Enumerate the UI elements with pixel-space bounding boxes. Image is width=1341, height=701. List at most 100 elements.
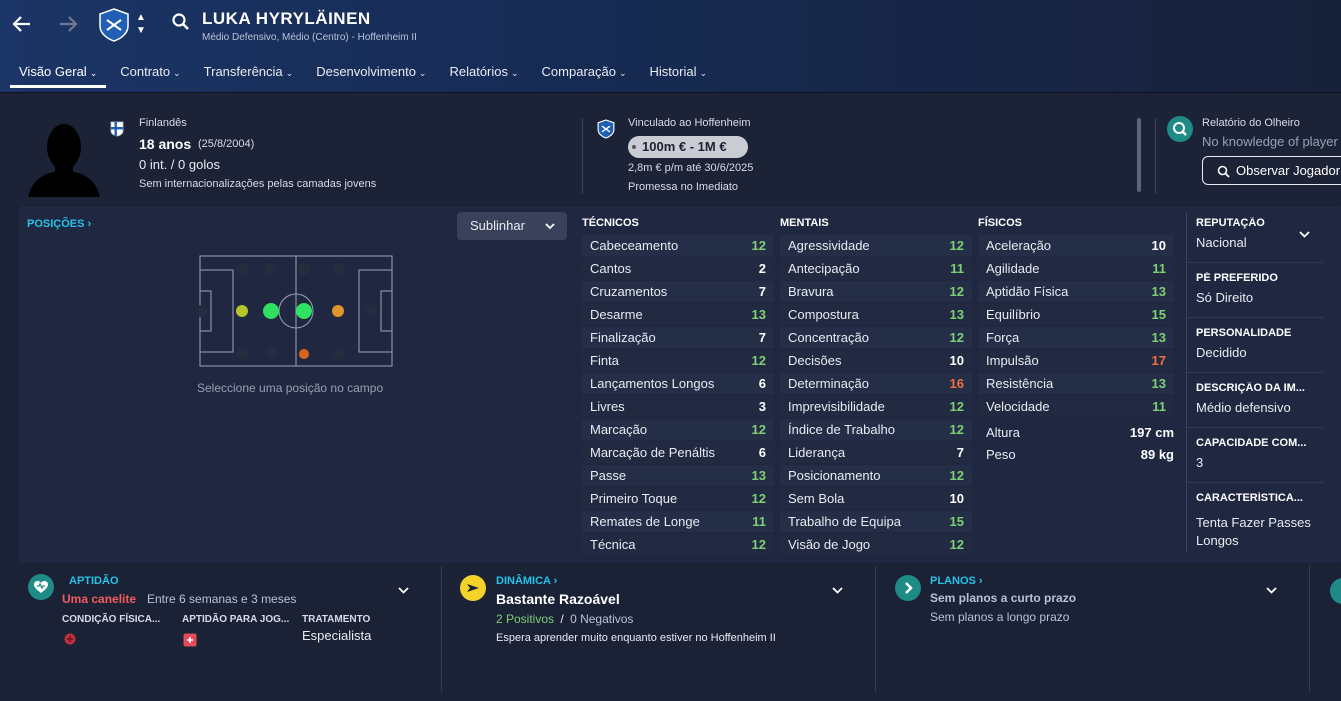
tab-relatorios[interactable]: Relatórios ⌄: [440, 62, 527, 88]
attribute-row[interactable]: Marcação de Penáltis 6: [582, 442, 774, 463]
attribute-value: 12: [949, 399, 964, 414]
chevron-down-icon[interactable]: [1266, 582, 1277, 597]
injury-name: Uma canelite: [62, 592, 137, 606]
long-term-plans: Sem planos a longo prazo: [930, 610, 1070, 624]
search-icon[interactable]: [171, 12, 191, 35]
divider: [441, 566, 442, 692]
tab-comparacao[interactable]: Comparação ⌄: [533, 62, 636, 88]
highlight-dropdown[interactable]: Sublinhar: [457, 212, 567, 240]
attribute-row[interactable]: Aptidão Física 13: [978, 281, 1174, 302]
dynamics-note: Espera aprender muito enquanto estiver n…: [496, 632, 776, 644]
attribute-row[interactable]: Posicionamento 12: [780, 465, 972, 486]
attribute-row[interactable]: Passe 13: [582, 465, 774, 486]
dynamics-link[interactable]: DINÂMICA ›: [496, 575, 557, 587]
scrollbar[interactable]: [1137, 118, 1141, 192]
attribute-name: Equilíbrio: [986, 307, 1041, 322]
positions-link[interactable]: POSIÇÕES ›: [27, 218, 91, 230]
chevron-down-icon: ⌄: [699, 68, 708, 78]
sort-arrows-icon[interactable]: ▲ ▼: [136, 11, 146, 37]
attribute-row[interactable]: Decisões 10: [780, 350, 972, 371]
attribute-row[interactable]: Concentração 12: [780, 327, 972, 348]
technical-heading: TÉCNICOS: [582, 217, 639, 229]
attribute-value: 10: [1151, 238, 1166, 253]
attribute-row[interactable]: Desarme 13: [582, 304, 774, 325]
youth-caps: Sem internacionalizações pelas camadas j…: [139, 178, 377, 190]
attribute-name: Visão de Jogo: [788, 537, 871, 552]
attribute-name: Técnica: [590, 537, 636, 552]
pitch-hint: Seleccione uma posição no campo: [197, 381, 384, 395]
attribute-row[interactable]: Cabeceamento 12: [582, 235, 774, 256]
attribute-name: Desarme: [590, 307, 643, 322]
attribute-row[interactable]: Força 13: [978, 327, 1174, 348]
attribute-name: Sem Bola: [788, 491, 845, 506]
back-arrow-icon[interactable]: [8, 10, 36, 38]
position-dot: [332, 305, 344, 317]
attribute-row[interactable]: Compostura 13: [780, 304, 972, 325]
plans-link[interactable]: PLANOS ›: [930, 575, 983, 587]
attribute-row[interactable]: Antecipação 11: [780, 258, 972, 279]
attribute-row[interactable]: Cruzamentos 7: [582, 281, 774, 302]
chevron-down-icon[interactable]: [1299, 226, 1310, 241]
transfer-value[interactable]: 100m € - 1M €: [628, 136, 748, 158]
attribute-row[interactable]: Impulsão 17: [978, 350, 1174, 371]
attribute-row[interactable]: Cantos 2: [582, 258, 774, 279]
attribute-row[interactable]: Visão de Jogo 12: [780, 534, 972, 555]
attribute-row[interactable]: Liderança 7: [780, 442, 972, 463]
attribute-row[interactable]: Velocidade 11: [978, 396, 1174, 417]
attribute-row[interactable]: Remates de Longe 11: [582, 511, 774, 532]
attribute-value: 12: [751, 422, 766, 437]
tab-transferencia[interactable]: Transferência ⌄: [195, 62, 303, 88]
tab-historial[interactable]: Historial ⌄: [641, 62, 717, 88]
tab-contrato[interactable]: Contrato ⌄: [111, 62, 189, 88]
player-name: LUKA HYRYLÄINEN: [202, 9, 371, 28]
scout-player-button[interactable]: Observar Jogador: [1202, 156, 1341, 185]
attribute-row[interactable]: Agilidade 11: [978, 258, 1174, 279]
injury-status-icon: [183, 633, 197, 650]
attribute-name: Lançamentos Longos: [590, 376, 715, 391]
attribute-row[interactable]: Finalização 7: [582, 327, 774, 348]
attribute-row[interactable]: Primeiro Toque 12: [582, 488, 774, 509]
attribute-row[interactable]: Imprevisibilidade 12: [780, 396, 972, 417]
attribute-row[interactable]: Equilíbrio 15: [978, 304, 1174, 325]
attribute-row[interactable]: Trabalho de Equipa 15: [780, 511, 972, 532]
divider: [1187, 317, 1324, 318]
attribute-row[interactable]: Marcação 12: [582, 419, 774, 440]
attribute-row[interactable]: Aceleração 10: [978, 235, 1174, 256]
chevron-down-icon[interactable]: [832, 582, 843, 597]
chevron-down-icon: ⌄: [89, 68, 98, 78]
scout-search-icon[interactable]: [1167, 116, 1193, 142]
attribute-value: 12: [949, 468, 964, 483]
attribute-row[interactable]: Livres 3: [582, 396, 774, 417]
position-dot: [236, 305, 248, 317]
match-fitness-label: APTIDÃO PARA JOG...: [182, 614, 290, 625]
attribute-name: Decisões: [788, 353, 842, 368]
attribute-name: Aptidão Física: [986, 284, 1069, 299]
attribute-row[interactable]: Resistência 13: [978, 373, 1174, 394]
attribute-name: Agilidade: [986, 261, 1040, 276]
attribute-row[interactable]: Bravura 12: [780, 281, 972, 302]
tab-desenvolvimento[interactable]: Desenvolvimento ⌄: [307, 62, 435, 88]
attribute-name: Antecipação: [788, 261, 860, 276]
club-crest-small-icon: [597, 119, 615, 142]
attribute-row[interactable]: Sem Bola 10: [780, 488, 972, 509]
attribute-row[interactable]: Lançamentos Longos 6: [582, 373, 774, 394]
club-crest-icon[interactable]: [98, 8, 130, 42]
attribute-row[interactable]: Agressividade 12: [780, 235, 972, 256]
attribute-value: 6: [758, 376, 766, 391]
attribute-row[interactable]: Técnica 12: [582, 534, 774, 555]
attribute-name: Concentração: [788, 330, 869, 345]
attribute-row[interactable]: Finta 12: [582, 350, 774, 371]
attribute-value: 10: [949, 353, 964, 368]
pitch-diagram[interactable]: [199, 255, 393, 367]
chevron-down-icon[interactable]: [398, 582, 409, 597]
ability: CAPACIDADE COM... 3: [1196, 437, 1307, 470]
attribute-name: Posicionamento: [788, 468, 881, 483]
position-dot: [299, 349, 309, 359]
attribute-row[interactable]: Índice de Trabalho 12: [780, 419, 972, 440]
forward-arrow-icon[interactable]: [54, 10, 82, 38]
tab-visao-geral[interactable]: Visão Geral ⌄: [10, 62, 107, 88]
chevron-down-icon: ⌄: [511, 68, 519, 78]
wage: 2,8m € p/m até 30/6/2025: [628, 162, 754, 174]
attribute-row[interactable]: Determinação 16: [780, 373, 972, 394]
momentum-arrow-icon: [460, 575, 486, 601]
